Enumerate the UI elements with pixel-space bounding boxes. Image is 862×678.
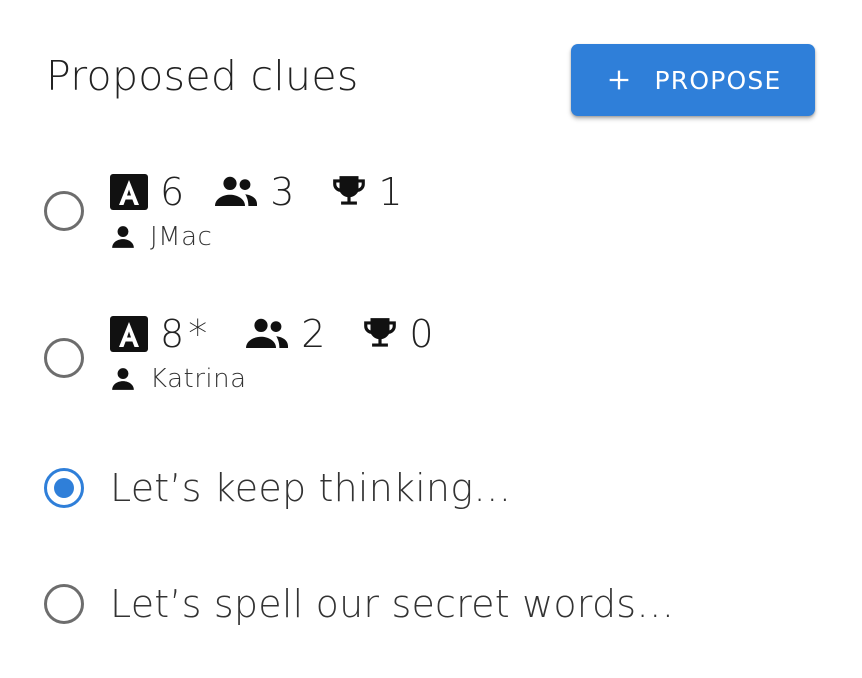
players-count: 2 xyxy=(301,312,326,356)
propose-button[interactable]: PROPOSE xyxy=(571,44,815,116)
clue-radio[interactable] xyxy=(44,338,84,378)
clue-details: 8 * 2 0 Katrina xyxy=(110,310,434,396)
letter-a-icon xyxy=(110,174,148,210)
clue-author: Katrina xyxy=(110,362,434,396)
person-icon xyxy=(112,226,134,248)
clue-details: 6 3 1 JMac xyxy=(110,168,403,254)
person-icon xyxy=(112,368,134,390)
score-stat: 1 xyxy=(330,170,403,214)
clue-option[interactable]: 6 3 1 JMac xyxy=(44,168,403,254)
trophy-icon xyxy=(333,176,366,205)
letters-stat: 8 * xyxy=(110,312,207,356)
letters-stat: 6 xyxy=(110,170,184,214)
plus-icon xyxy=(609,70,628,90)
author-name: Katrina xyxy=(150,364,247,394)
letters-count: 6 xyxy=(160,170,185,214)
keep-thinking-label: Let’s keep thinking… xyxy=(110,466,512,510)
keep-thinking-option[interactable]: Let’s keep thinking… xyxy=(44,466,511,510)
spell-words-radio[interactable] xyxy=(44,584,84,624)
spell-words-label: Let’s spell our secret words… xyxy=(110,582,675,626)
players-stat: 3 xyxy=(212,170,294,214)
clue-stats: 8 * 2 0 xyxy=(110,310,434,358)
players-stat: 2 xyxy=(243,312,325,356)
group-icon xyxy=(246,318,289,348)
group-icon xyxy=(215,176,258,206)
letters-count: 8 xyxy=(160,312,185,356)
trophy-icon xyxy=(364,318,397,347)
clue-author: JMac xyxy=(110,220,403,254)
score-count: 1 xyxy=(378,170,403,214)
author-name: JMac xyxy=(150,222,213,252)
clue-radio[interactable] xyxy=(44,191,84,231)
letter-a-icon xyxy=(110,316,148,352)
letters-flag: * xyxy=(188,312,208,356)
clue-stats: 6 3 1 xyxy=(110,168,403,216)
keep-thinking-radio[interactable] xyxy=(44,468,84,508)
score-stat: 0 xyxy=(361,312,434,356)
spell-words-option[interactable]: Let’s spell our secret words… xyxy=(44,582,674,626)
page-title: Proposed clues xyxy=(46,52,359,100)
propose-button-label: PROPOSE xyxy=(654,65,782,95)
score-count: 0 xyxy=(409,312,434,356)
players-count: 3 xyxy=(270,170,295,214)
clue-option[interactable]: 8 * 2 0 Katrina xyxy=(44,310,434,396)
